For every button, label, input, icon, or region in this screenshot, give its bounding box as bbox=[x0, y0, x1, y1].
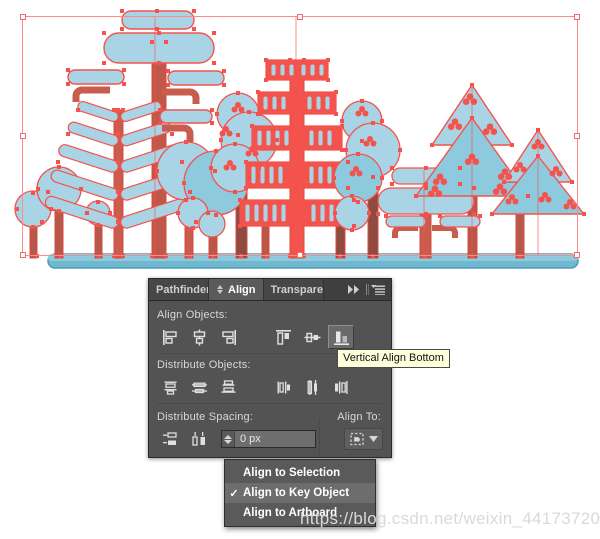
tab-pathfinder[interactable]: Pathfinder bbox=[149, 279, 209, 300]
vertical-distribute-center-button[interactable] bbox=[186, 375, 212, 399]
key-object-icon bbox=[350, 432, 364, 445]
panel-tabbar: Pathfinder Align Transparenc bbox=[149, 279, 391, 301]
tabbar-spacer bbox=[323, 279, 346, 300]
tab-transparency[interactable]: Transparenc bbox=[263, 279, 324, 300]
align-objects-label: Align Objects: bbox=[157, 309, 228, 321]
watermark-text: https://blog.csdn.net/weixin_44173720 bbox=[300, 509, 600, 528]
align-panel[interactable]: Pathfinder Align Transparenc bbox=[148, 278, 392, 458]
panel-menu-icon[interactable] bbox=[371, 284, 385, 295]
vertical-align-top-button[interactable] bbox=[270, 325, 296, 349]
check-icon: ✓ bbox=[229, 487, 239, 500]
align-to-label: Align To: bbox=[337, 411, 381, 423]
vertical-align-bottom-button[interactable] bbox=[328, 325, 354, 349]
horizontal-distribute-right-button[interactable] bbox=[328, 375, 354, 399]
vertical-distribute-space-button[interactable] bbox=[157, 427, 183, 451]
tab-transparency-label: Transparenc bbox=[270, 283, 324, 296]
chevron-down-icon[interactable] bbox=[369, 436, 378, 442]
align-gem-icon bbox=[216, 285, 224, 294]
spacing-stepper-arrows[interactable] bbox=[222, 431, 235, 447]
spacing-stepper[interactable]: 0 px bbox=[221, 430, 316, 448]
tab-align-label: Align bbox=[228, 283, 256, 296]
expand-chevrons-icon[interactable] bbox=[348, 285, 362, 294]
stepper-up-icon[interactable] bbox=[224, 434, 232, 439]
menu-item-label: Align to Key Object bbox=[243, 487, 350, 499]
section-divider-2 bbox=[157, 403, 383, 404]
vertical-align-center-button[interactable] bbox=[299, 325, 325, 349]
tooltip-text: Vertical Align Bottom bbox=[343, 352, 444, 364]
spacing-value-input[interactable]: 0 px bbox=[235, 431, 315, 447]
forest-illustration[interactable] bbox=[0, 0, 600, 285]
horizontal-distribute-space-button[interactable] bbox=[186, 427, 212, 451]
horizontal-distribute-center-button[interactable] bbox=[299, 375, 325, 399]
distribute-spacing-label: Distribute Spacing: bbox=[157, 411, 254, 423]
vertical-distribute-top-button[interactable] bbox=[157, 375, 183, 399]
align-to-vertical-divider bbox=[319, 419, 320, 457]
horizontal-align-right-button[interactable] bbox=[215, 325, 241, 349]
stepper-down-icon[interactable] bbox=[224, 439, 232, 444]
menu-item-align-to-selection[interactable]: Align to Selection bbox=[225, 463, 375, 483]
panel-body: Align Objects: Distribute Objects: Distr… bbox=[149, 301, 391, 451]
horizontal-distribute-left-button[interactable] bbox=[270, 375, 296, 399]
horizontal-align-left-button[interactable] bbox=[157, 325, 183, 349]
menu-item-align-to-key-object[interactable]: ✓ Align to Key Object bbox=[225, 483, 375, 503]
tabbar-controls bbox=[346, 279, 391, 300]
horizontal-align-center-button[interactable] bbox=[186, 325, 212, 349]
illustrator-canvas[interactable] bbox=[0, 0, 600, 285]
distribute-spacing-row: 0 px bbox=[157, 427, 383, 451]
distribute-objects-row bbox=[157, 375, 383, 399]
align-objects-row bbox=[157, 325, 383, 349]
panel-grip-divider bbox=[366, 284, 367, 295]
align-to-dropdown-button[interactable] bbox=[344, 428, 383, 450]
tooltip-vertical-align-bottom: Vertical Align Bottom bbox=[337, 349, 450, 368]
tab-align[interactable]: Align bbox=[209, 279, 264, 300]
vertical-distribute-bottom-button[interactable] bbox=[215, 375, 241, 399]
menu-item-label: Align to Selection bbox=[243, 467, 341, 479]
tab-pathfinder-label: Pathfinder bbox=[156, 283, 209, 296]
